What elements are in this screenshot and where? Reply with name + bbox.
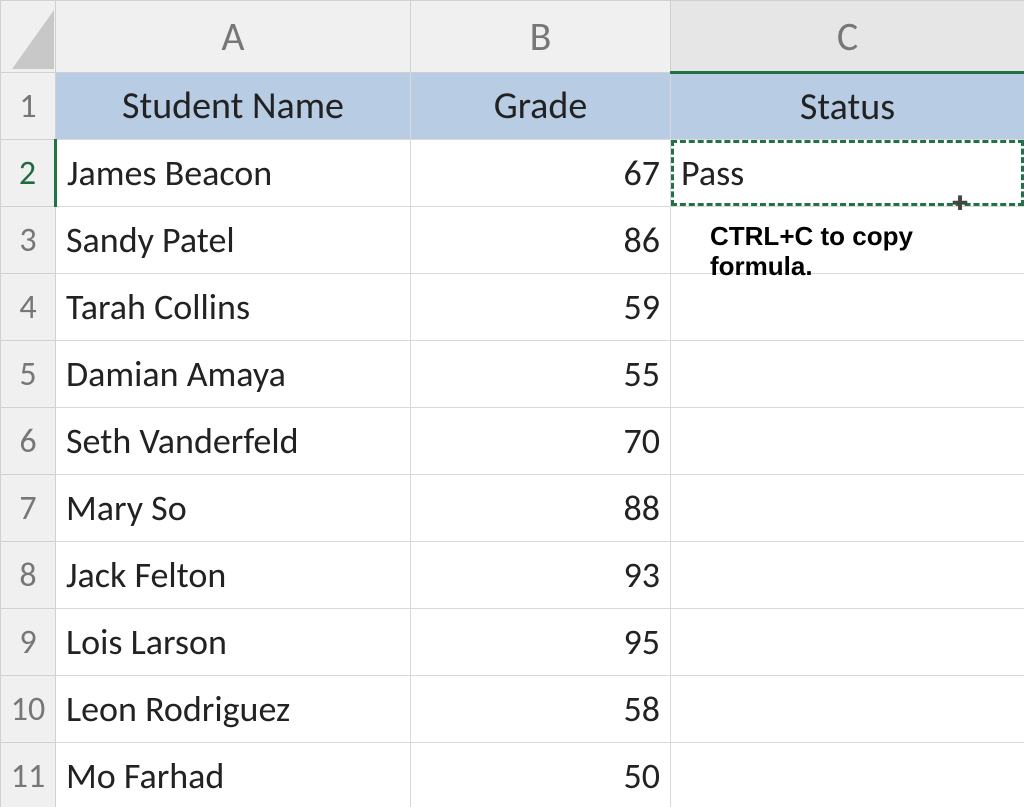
cell-A1[interactable]: Student Name bbox=[56, 73, 411, 140]
cell-A6[interactable]: Seth Vanderfeld bbox=[56, 408, 411, 475]
row-header-6[interactable]: 6 bbox=[1, 408, 56, 475]
cell-A5[interactable]: Damian Amaya bbox=[56, 341, 411, 408]
col-header-B[interactable]: B bbox=[411, 1, 671, 73]
cell-C2[interactable]: Pass bbox=[671, 140, 1024, 207]
row-header-10[interactable]: 10 bbox=[1, 676, 56, 743]
cell-C4[interactable] bbox=[671, 274, 1024, 341]
row-1: 1 Student Name Grade Status bbox=[1, 73, 1024, 140]
cell-B3[interactable]: 86 bbox=[411, 207, 671, 274]
row-header-11[interactable]: 11 bbox=[1, 743, 56, 807]
spreadsheet-grid[interactable]: A B C 1 Student Name Grade Status 2 Jame… bbox=[0, 0, 1024, 807]
cell-A7[interactable]: Mary So bbox=[56, 475, 411, 542]
cell-B10[interactable]: 58 bbox=[411, 676, 671, 743]
col-header-A[interactable]: A bbox=[56, 1, 411, 73]
cell-B6[interactable]: 70 bbox=[411, 408, 671, 475]
cell-B4[interactable]: 59 bbox=[411, 274, 671, 341]
row-header-1[interactable]: 1 bbox=[1, 73, 56, 140]
cell-B9[interactable]: 95 bbox=[411, 609, 671, 676]
cell-A10[interactable]: Leon Rodriguez bbox=[56, 676, 411, 743]
row-header-5[interactable]: 5 bbox=[1, 341, 56, 408]
cell-C7[interactable] bbox=[671, 475, 1024, 542]
row-header-8[interactable]: 8 bbox=[1, 542, 56, 609]
cell-C10[interactable] bbox=[671, 676, 1024, 743]
spreadsheet-viewport[interactable]: A B C 1 Student Name Grade Status 2 Jame… bbox=[0, 0, 1024, 807]
cell-B8[interactable]: 93 bbox=[411, 542, 671, 609]
row-header-3[interactable]: 3 bbox=[1, 207, 56, 274]
cell-B11[interactable]: 50 bbox=[411, 743, 671, 807]
row-6: 6 Seth Vanderfeld 70 bbox=[1, 408, 1024, 475]
cell-B1[interactable]: Grade bbox=[411, 73, 671, 140]
col-header-C[interactable]: C bbox=[671, 1, 1024, 73]
row-header-9[interactable]: 9 bbox=[1, 609, 56, 676]
row-header-7[interactable]: 7 bbox=[1, 475, 56, 542]
row-7: 7 Mary So 88 bbox=[1, 475, 1024, 542]
cell-A3[interactable]: Sandy Patel bbox=[56, 207, 411, 274]
cell-A4[interactable]: Tarah Collins bbox=[56, 274, 411, 341]
column-header-row: A B C bbox=[1, 1, 1024, 73]
select-all-corner[interactable] bbox=[1, 1, 56, 73]
row-8: 8 Jack Felton 93 bbox=[1, 542, 1024, 609]
cell-B5[interactable]: 55 bbox=[411, 341, 671, 408]
row-5: 5 Damian Amaya 55 bbox=[1, 341, 1024, 408]
cell-A8[interactable]: Jack Felton bbox=[56, 542, 411, 609]
cell-B2[interactable]: 67 bbox=[411, 140, 671, 207]
cell-A11[interactable]: Mo Farhad bbox=[56, 743, 411, 807]
cell-C5[interactable] bbox=[671, 341, 1024, 408]
cell-C8[interactable] bbox=[671, 542, 1024, 609]
row-3: 3 Sandy Patel 86 bbox=[1, 207, 1024, 274]
cell-A2[interactable]: James Beacon bbox=[56, 140, 411, 207]
cell-C3[interactable] bbox=[671, 207, 1024, 274]
row-11: 11 Mo Farhad 50 bbox=[1, 743, 1024, 807]
cell-C1[interactable]: Status bbox=[671, 73, 1024, 140]
cell-A9[interactable]: Lois Larson bbox=[56, 609, 411, 676]
cell-C6[interactable] bbox=[671, 408, 1024, 475]
row-2: 2 James Beacon 67 Pass bbox=[1, 140, 1024, 207]
cell-B7[interactable]: 88 bbox=[411, 475, 671, 542]
row-header-2[interactable]: 2 bbox=[1, 140, 56, 207]
row-header-4[interactable]: 4 bbox=[1, 274, 56, 341]
row-9: 9 Lois Larson 95 bbox=[1, 609, 1024, 676]
cell-C9[interactable] bbox=[671, 609, 1024, 676]
row-4: 4 Tarah Collins 59 bbox=[1, 274, 1024, 341]
cell-C11[interactable] bbox=[671, 743, 1024, 807]
row-10: 10 Leon Rodriguez 58 bbox=[1, 676, 1024, 743]
